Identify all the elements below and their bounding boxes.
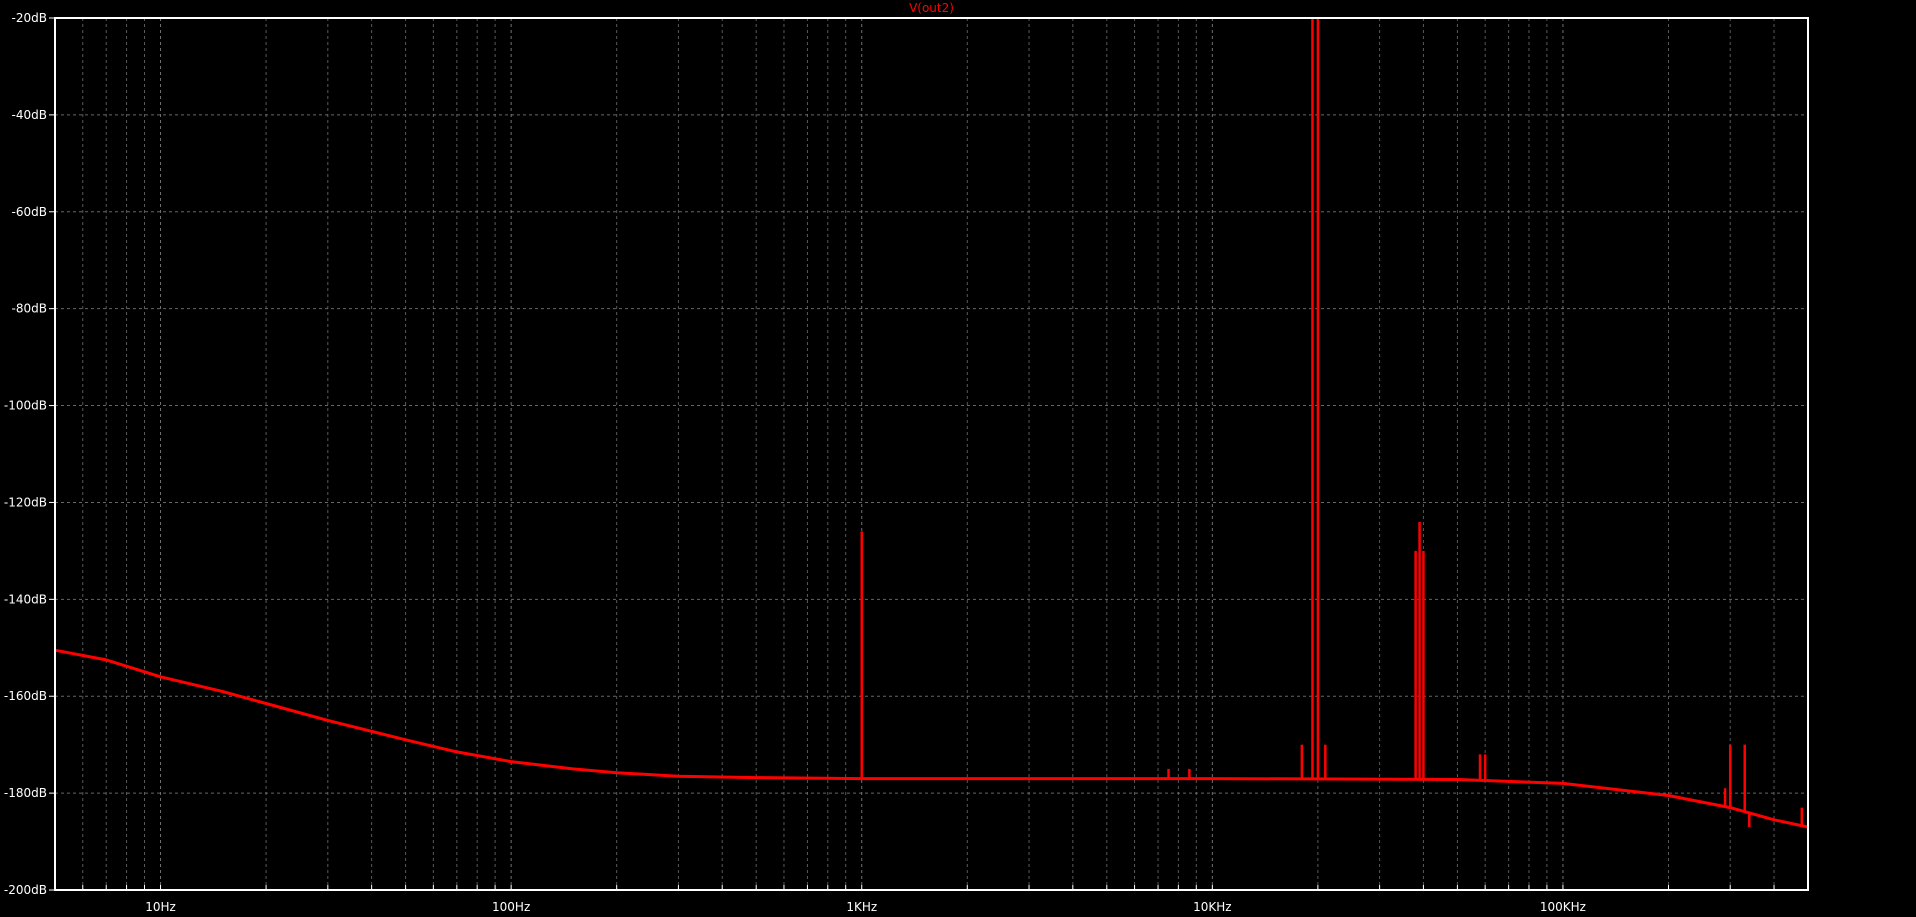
y-tick-label: -100dB — [4, 399, 47, 413]
waveform-plot[interactable]: -20dB -40dB -60dB -80dB -100dB -120dB -140dB -1… — [0, 0, 1916, 917]
y-tick-label: -120dB — [4, 495, 47, 509]
y-tick-label: -140dB — [4, 592, 47, 606]
plot-window[interactable]: -20dB -40dB -60dB -80dB -100dB -120dB -140dB -1… — [0, 0, 1916, 917]
y-tick-label: -40dB — [12, 108, 47, 122]
y-tick-label: -60dB — [12, 205, 47, 219]
y-tick-label: -200dB — [4, 883, 47, 897]
y-tick-label: -180dB — [4, 786, 47, 800]
y-tick-label: -160dB — [4, 689, 47, 703]
trace-title[interactable]: V(out2) — [909, 1, 954, 15]
x-tick-label: 100Hz — [492, 900, 530, 914]
y-tick-label: -80dB — [12, 302, 47, 316]
x-tick-label: 10Hz — [145, 900, 176, 914]
y-tick-label: -20dB — [12, 11, 47, 25]
x-tick-label: 1KHz — [846, 900, 877, 914]
x-tick-label: 10KHz — [1193, 900, 1231, 914]
x-tick-label: 100KHz — [1540, 900, 1586, 914]
